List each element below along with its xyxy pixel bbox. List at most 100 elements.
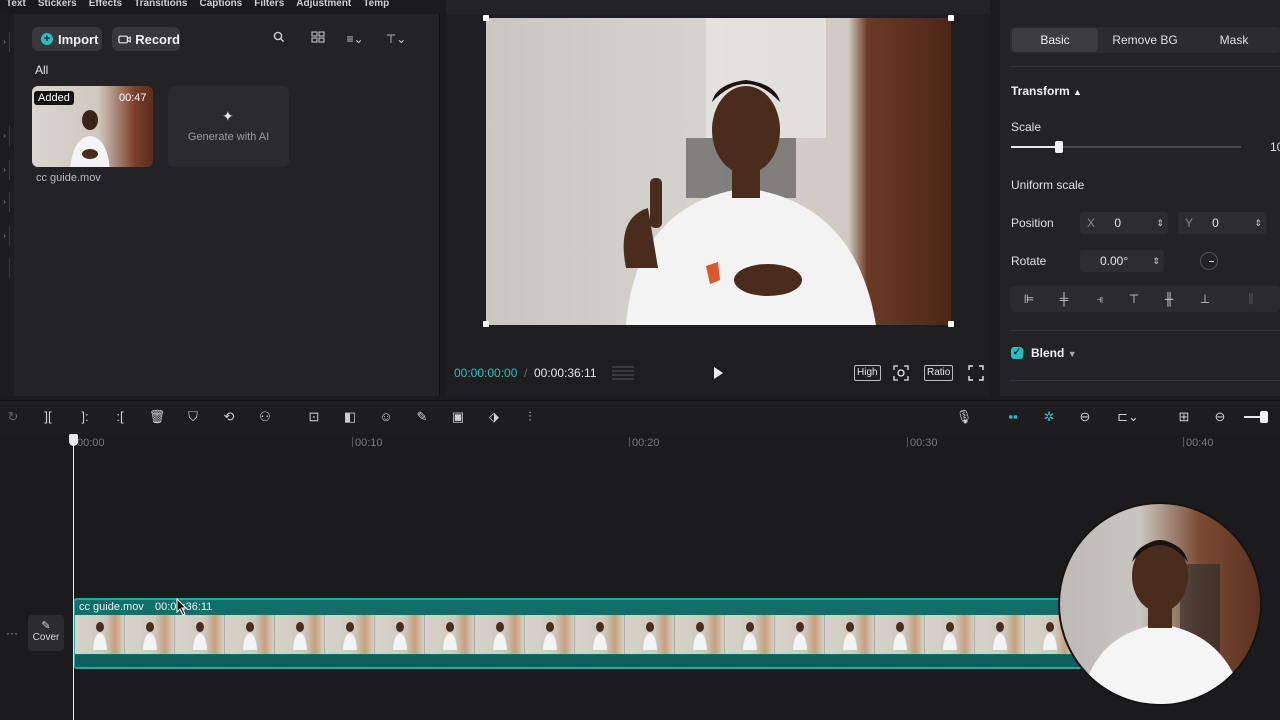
blend-checkbox[interactable]: ✓ [1011,347,1023,359]
split-right-icon[interactable]: :[ [111,408,129,426]
align-bottom-icon[interactable]: ⊥ [1197,292,1213,306]
video-preview[interactable] [486,18,951,325]
distribute-icon[interactable]: ⫼ [1243,292,1259,306]
media-filter-all[interactable]: All [35,63,48,77]
split-left-icon[interactable]: ]: [76,408,94,426]
magnet-link-icon[interactable]: ▪▪ [1002,408,1024,426]
rotate-label: Rotate [1011,254,1047,268]
play-icon[interactable] [711,366,725,380]
tab-remove-bg[interactable]: Remove BG [1102,28,1188,52]
import-button[interactable]: + Import [32,27,102,51]
stepper-icon[interactable]: ⇕ [1156,212,1164,234]
microphone-icon[interactable]: 🎙 [955,408,973,426]
filmstrip-frame [143,622,157,650]
mark-icon[interactable]: ⛉ [184,408,202,426]
crop-handle-tr[interactable] [948,15,954,21]
stepper-icon[interactable]: ⇕ [1254,212,1262,234]
menu-adjustment[interactable]: Adjustment [290,0,357,9]
magic-wand-icon[interactable]: ✎ [413,408,431,426]
auto-snap-icon[interactable]: ✲ [1038,408,1060,426]
menu-filters[interactable]: Filters [248,0,290,9]
top-menu: Text Stickers Effects Transitions Captio… [0,0,440,12]
ratio-button[interactable]: Ratio [924,365,954,381]
clip-name: cc guide.mov [36,172,101,184]
menu-transitions[interactable]: Transitions [128,0,193,9]
preview-header [446,0,990,14]
cover-label: Cover [32,632,60,643]
crop-handle-tl[interactable] [483,15,489,21]
search-icon[interactable] [271,30,287,48]
playhead[interactable] [73,438,74,720]
ai-edit-icon[interactable]: ⚇ [256,408,274,426]
sidebar-tab-2[interactable]: › [0,126,10,146]
sidebar-tab-5[interactable]: › [0,226,10,246]
transform-header[interactable]: Transform ▲ [1011,84,1082,98]
generate-ai-card[interactable] [168,86,289,167]
link-icon[interactable]: ⊖ [1075,408,1095,426]
align-top-icon[interactable]: ⊤ [1126,292,1142,306]
more-icon[interactable]: ··· [6,626,18,640]
tab-mask[interactable]: Mask [1192,28,1276,52]
position-y-field[interactable]: Y 0 ⇕ [1178,212,1266,234]
crop-icon[interactable]: ⟲ [220,408,238,426]
stepper-icon[interactable]: ⇕ [1152,250,1160,272]
position-x-field[interactable]: X 0 ⇕ [1080,212,1168,234]
menu-captions[interactable]: Captions [193,0,248,9]
grid-view-icon[interactable] [309,30,327,48]
menu-templates[interactable]: Temp [357,0,395,9]
filmstrip-frame [1043,622,1057,650]
sidebar-tab-1[interactable]: › [0,32,10,52]
zoom-slider-handle[interactable] [1260,411,1268,423]
menu-effects[interactable]: Effects [83,0,128,9]
caption-icon[interactable]: ⊡ [305,408,323,426]
align-center-v-icon[interactable]: ╫ [1161,292,1177,306]
rotate-dial-icon[interactable] [1200,252,1218,270]
clip-duration: 00:47 [119,92,147,104]
tab-basic[interactable]: Basic [1012,28,1098,52]
sort-icon[interactable]: ≡⌄ [342,30,368,48]
scale-value[interactable]: 10 [1270,140,1280,154]
record-button[interactable]: Record [112,27,180,51]
replace-icon[interactable]: ⬗ [485,408,503,426]
filmstrip-frame [193,622,207,650]
align-right-icon[interactable]: ⫣ [1092,292,1108,306]
timecode-grid-icon[interactable] [612,366,634,380]
focus-icon[interactable] [892,364,910,382]
zoom-out-icon[interactable]: ⊖ [1211,408,1229,426]
filmstrip-frame [893,622,907,650]
sparkle-icon: ✦ [222,108,234,124]
sidebar-tab-4[interactable]: › [0,192,10,212]
plus-icon: + [41,33,53,45]
fullscreen-icon[interactable] [968,365,984,381]
blend-header[interactable]: Blend ▼ [1031,346,1077,360]
filter-icon[interactable]: ⊤⌄ [383,30,409,48]
align-toolbar [1010,286,1280,312]
media-panel [0,14,440,396]
tick-line [907,437,908,447]
sidebar-tab-3[interactable]: › [0,160,10,180]
align-left-icon[interactable]: ⊫ [1021,292,1037,306]
crop-handle-br[interactable] [948,321,954,327]
quality-button[interactable]: High [854,365,881,381]
sidebar-tab-6[interactable] [0,258,10,278]
person-cutout-icon[interactable]: ☺ [377,408,395,426]
menu-text[interactable]: Text [0,0,32,9]
crop-handle-bl[interactable] [483,321,489,327]
cover-button[interactable]: ✎ Cover [28,615,64,651]
redo-icon[interactable]: ↻ [4,408,22,426]
rotate-field[interactable]: 0.00° ⇕ [1080,250,1164,272]
filmstrip-frame [243,622,257,650]
thumbnail-icon[interactable]: ⊞ [1174,408,1194,426]
split-icon[interactable]: ][ [39,408,57,426]
preview-axis-icon[interactable]: ⊏⌄ [1110,408,1146,426]
hd-icon[interactable]: ▣ [449,408,467,426]
tick-line [352,437,353,447]
waveform-icon[interactable]: ⫶ [521,408,539,426]
position-y-value: 0 [1212,216,1219,230]
align-center-h-icon[interactable]: ╪ [1056,292,1072,306]
scale-slider-handle[interactable] [1055,141,1063,153]
audio-icon[interactable]: ◧ [341,408,359,426]
delete-icon[interactable]: 🗑 [148,408,166,426]
y-axis-label: Y [1185,216,1193,230]
menu-stickers[interactable]: Stickers [32,0,83,9]
